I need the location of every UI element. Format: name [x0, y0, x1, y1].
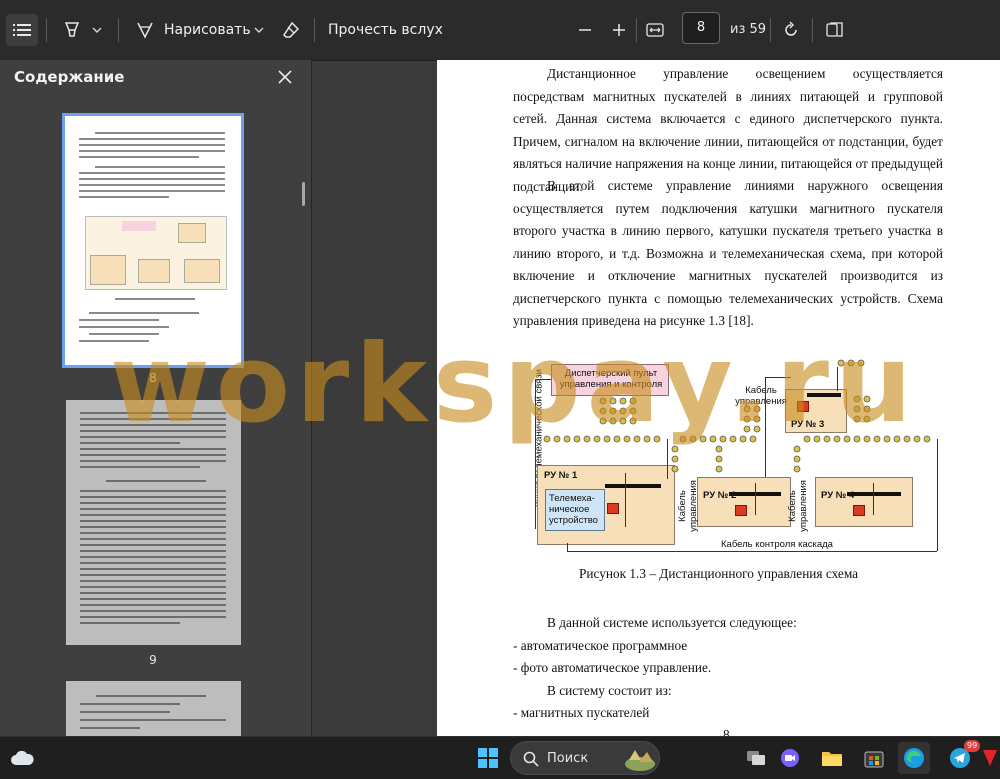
- page-number: 8: [723, 727, 730, 736]
- store-button[interactable]: [858, 742, 890, 774]
- file-explorer-button[interactable]: [816, 742, 848, 774]
- figure-caption: Рисунок 1.3 – Дистанционного управления …: [578, 566, 859, 581]
- edge-browser-button[interactable]: [898, 742, 930, 774]
- document-page: Дистанционное управление освещением осущ…: [437, 60, 1000, 736]
- windows-icon: [478, 748, 498, 768]
- taskbar-search[interactable]: Поиск: [510, 741, 660, 775]
- draw-dropdown[interactable]: [250, 14, 268, 46]
- close-icon: [278, 70, 292, 84]
- notification-badge: 99: [964, 740, 981, 752]
- chevron-down-icon: [92, 27, 102, 33]
- thumbnail-page-8[interactable]: [62, 113, 244, 368]
- toolbar-separator: [636, 18, 637, 42]
- paragraph: В этой системе управление линиями наружн…: [513, 178, 943, 328]
- thumbnail-label: 8: [149, 371, 157, 385]
- zoom-out-button[interactable]: [572, 14, 598, 46]
- weather-widget[interactable]: [6, 742, 38, 774]
- toolbar-separator: [770, 18, 771, 42]
- toolbar-separator: [118, 18, 119, 42]
- thumbnail-label: 9: [149, 653, 157, 667]
- taskbar: Поиск 99: [0, 736, 1000, 779]
- task-view-button[interactable]: [740, 742, 772, 774]
- fit-width-button[interactable]: [642, 14, 668, 46]
- sidebar-title: Содержание: [14, 68, 125, 86]
- text-line: - магнитных пускателей: [513, 705, 650, 720]
- thumbnail-page-10[interactable]: [66, 681, 241, 741]
- video-chat-icon: [781, 749, 799, 767]
- highlighter-icon: [64, 22, 80, 37]
- fit-width-icon: [646, 23, 664, 37]
- text-line: В систему состоит из:: [547, 683, 672, 698]
- zoom-in-button[interactable]: [606, 14, 632, 46]
- minus-icon: [579, 29, 591, 31]
- toolbar-separator: [812, 18, 813, 42]
- folder-icon: [822, 752, 842, 766]
- telegram-button[interactable]: 99: [944, 740, 981, 774]
- highlight-button[interactable]: [58, 14, 86, 46]
- eraser-icon: [283, 21, 300, 38]
- two-page-icon: [826, 22, 843, 37]
- chevron-down-icon: [254, 27, 264, 33]
- toolbar-separator: [46, 18, 47, 42]
- search-icon: [523, 751, 539, 767]
- eraser-button[interactable]: [278, 14, 304, 46]
- draw-icon: [137, 22, 153, 39]
- plus-icon: [613, 24, 625, 36]
- edge-icon: [904, 748, 924, 768]
- toolbar-separator: [314, 18, 315, 42]
- rotate-icon: [785, 21, 797, 36]
- thumbnail-page-9[interactable]: [66, 400, 241, 645]
- draw-button[interactable]: [132, 14, 158, 46]
- toolbar: Нарисовать Прочесть вслух из 59: [0, 0, 1000, 61]
- sidebar-close-button[interactable]: [274, 66, 296, 88]
- pdf-app-button[interactable]: [980, 742, 1000, 774]
- control-scheme-diagram: Диспетчерский пульт управления и контрол…: [507, 353, 938, 558]
- search-highlight-icon: [625, 750, 655, 771]
- highlight-dropdown[interactable]: [88, 14, 106, 46]
- thumbnail-diagram: [85, 216, 227, 290]
- street-lamp-icons: [543, 359, 931, 473]
- draw-label[interactable]: Нарисовать: [164, 14, 251, 46]
- start-button[interactable]: [472, 742, 504, 774]
- text-line: В данной системе используется следующее:: [547, 615, 797, 630]
- contents-toggle-button[interactable]: [6, 14, 38, 46]
- chat-app-button[interactable]: [774, 742, 806, 774]
- text-line: - автоматическое программное: [513, 638, 688, 653]
- store-icon: [864, 751, 884, 768]
- text-line: - фото автоматическое управление.: [513, 660, 712, 675]
- contents-sidebar: Содержание 8 9: [0, 60, 312, 741]
- search-label: Поиск: [547, 751, 589, 766]
- task-view-icon: [747, 751, 765, 765]
- read-aloud-button[interactable]: Прочесть вслух: [328, 14, 443, 46]
- list-icon: [13, 24, 31, 36]
- page-view-button[interactable]: [822, 14, 848, 46]
- page-total-label: из 59: [730, 22, 767, 37]
- sidebar-scrollbar[interactable]: [302, 182, 305, 206]
- rotate-button[interactable]: [778, 14, 804, 46]
- pdf-icon: [983, 750, 997, 766]
- page-number-input[interactable]: [682, 12, 720, 44]
- cloud-icon: [11, 750, 34, 765]
